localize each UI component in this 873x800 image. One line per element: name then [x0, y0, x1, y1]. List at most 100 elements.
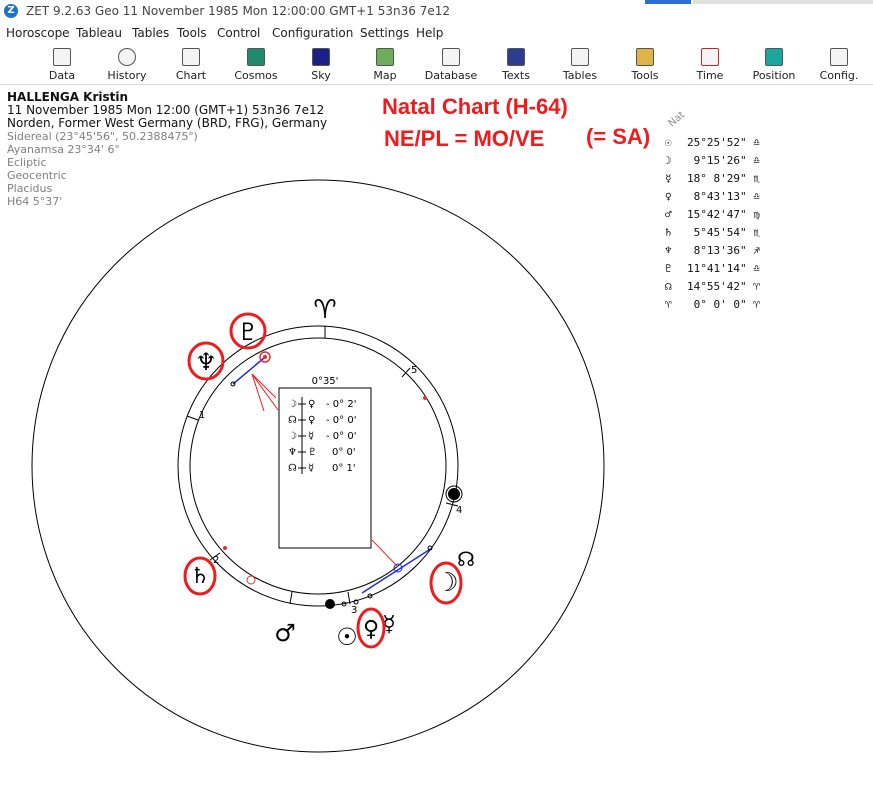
position-row-saturn: ♄ 5°45'54" ♏ [665, 224, 760, 242]
menu-configuration[interactable]: Configuration [272, 26, 353, 40]
toolbar-sky-button[interactable]: Sky [291, 48, 351, 82]
house-cusp [186, 415, 199, 421]
aspect-axis-line [232, 357, 265, 385]
toolbar-label: Map [373, 69, 397, 82]
node-icon: ☊ [665, 280, 672, 293]
position-value: 8°43'13" [687, 190, 747, 203]
harmonic: H64 5°37' [7, 195, 63, 208]
position-row-moon: ☽ 9°15'26" ♎ [665, 152, 760, 170]
venus-icon: ♀ [665, 190, 672, 203]
cosmos-icon [247, 48, 265, 66]
node-icon: ☊ [457, 547, 475, 571]
toolbar-label: History [107, 69, 147, 82]
toolbar-chart-button[interactable]: Chart [161, 48, 221, 82]
house-cusp [401, 367, 411, 378]
annotation-title: Natal Chart (H-64) [382, 94, 568, 119]
toolbar-config-button[interactable]: Config. [809, 48, 869, 82]
toolbar-position-button[interactable]: Position [744, 48, 804, 82]
moon-filled-marker [448, 488, 460, 500]
position-icon [765, 48, 783, 66]
small-marker [353, 599, 359, 605]
sign-icon: ♎ [753, 136, 760, 149]
highlight-pluto [229, 312, 267, 350]
position-value: 8°13'36" [687, 244, 747, 257]
house-number-2: 2 [213, 555, 219, 566]
pluto-marker [259, 351, 271, 363]
pluto-icon: ♇ [665, 262, 672, 275]
aspect-value: - 0° 2' [326, 399, 356, 410]
position-row-neptune: ♆ 8°13'36" ♐ [665, 242, 760, 260]
sign-icon: ♎ [753, 262, 760, 275]
history-icon [118, 48, 136, 66]
position-row-mars: ♂ 15°42'47" ♍ [665, 206, 760, 224]
toolbar-cosmos-button[interactable]: Cosmos [226, 48, 286, 82]
sign-icon: ♈ [753, 280, 760, 293]
sun-icon: ☉ [665, 136, 672, 149]
aspect-red-line [371, 539, 399, 568]
moon-marker-ring [445, 485, 463, 503]
database-icon [442, 48, 460, 66]
aspect-planet-1: ☊ [288, 463, 297, 474]
red-dot [423, 396, 427, 400]
toolbar-data-button[interactable]: Data [32, 48, 92, 82]
horoscope-info: HALLENGA Kristin 11 November 1985 Mon 12… [7, 91, 327, 209]
sky-icon [312, 48, 330, 66]
position-value: 0° 0' 0" [687, 298, 747, 311]
highlight-saturn [183, 556, 217, 596]
aspect-planet-1: ☽ [288, 399, 297, 410]
red-dot [223, 546, 227, 550]
toolbar-time-button[interactable]: Time [680, 48, 740, 82]
moon-icon: ☽ [435, 568, 458, 598]
toolbar-texts-button[interactable]: Texts [486, 48, 546, 82]
house-number-4: 4 [456, 505, 462, 516]
menu-tools[interactable]: Tools [177, 26, 207, 40]
house-cusp [289, 591, 293, 605]
aspect-value: 0° 1' [332, 463, 356, 474]
center: Geocentric [7, 169, 67, 182]
menu-settings[interactable]: Settings [360, 26, 409, 40]
annotation-formula: NE/PL = MO/VE [384, 126, 545, 151]
sun-icon: ☉ [336, 623, 358, 651]
toolbar-tools-button[interactable]: Tools [615, 48, 675, 82]
position-value: 18° 8'29" [687, 172, 747, 185]
aspect-value: - 0° 0' [326, 431, 356, 442]
highlight-moon [429, 561, 463, 605]
aspect-value: 0° 0' [332, 447, 356, 458]
mars-icon: ♂ [665, 208, 672, 221]
toolbar-history-button[interactable]: History [97, 48, 157, 82]
saturn-icon: ♄ [665, 226, 672, 239]
house-number-3: 3 [351, 605, 357, 616]
position-row-node: ☊ 14°55'42" ♈ [665, 278, 760, 296]
highlight-venus [356, 607, 386, 649]
menu-tables[interactable]: Tables [132, 26, 169, 40]
neptune-marker [230, 381, 236, 387]
position-row-pluto: ♇ 11°41'14" ♎ [665, 260, 760, 278]
aspect-value: - 0° 0' [326, 415, 356, 426]
mercury-icon: ☿ [665, 172, 672, 185]
position-value: 9°15'26" [687, 154, 747, 167]
house-cusp [347, 591, 351, 605]
sun-filled-marker [325, 599, 335, 609]
menu-control[interactable]: Control [217, 26, 260, 40]
menu-tableau[interactable]: Tableau [76, 26, 122, 40]
arrow-head [251, 373, 265, 412]
toolbar-label: Position [752, 69, 796, 82]
aspect-box [278, 387, 372, 549]
aspect-planet-2: ☿ [308, 463, 314, 474]
chart-icon [182, 48, 200, 66]
position-value: 5°45'54" [687, 226, 747, 239]
active-window-indicator [645, 0, 691, 4]
positions-header: Nat [666, 109, 688, 130]
outer-ring [31, 179, 605, 753]
position-value: 11°41'14" [687, 262, 747, 275]
position-value: 25°25'52" [687, 136, 747, 149]
menu-horoscope[interactable]: Horoscope [6, 26, 70, 40]
title-bar: Z ZET 9.2.63 Geo 11 November 1985 Mon 12… [0, 0, 873, 24]
sign-icon: ♎ [753, 190, 760, 203]
toolbar-tables-button[interactable]: Tables [550, 48, 610, 82]
blue-marker [393, 563, 403, 573]
toolbar-map-button[interactable]: Map [355, 48, 415, 82]
menu-help[interactable]: Help [416, 26, 443, 40]
toolbar-label: Database [424, 69, 478, 82]
toolbar-database-button[interactable]: Database [421, 48, 481, 82]
